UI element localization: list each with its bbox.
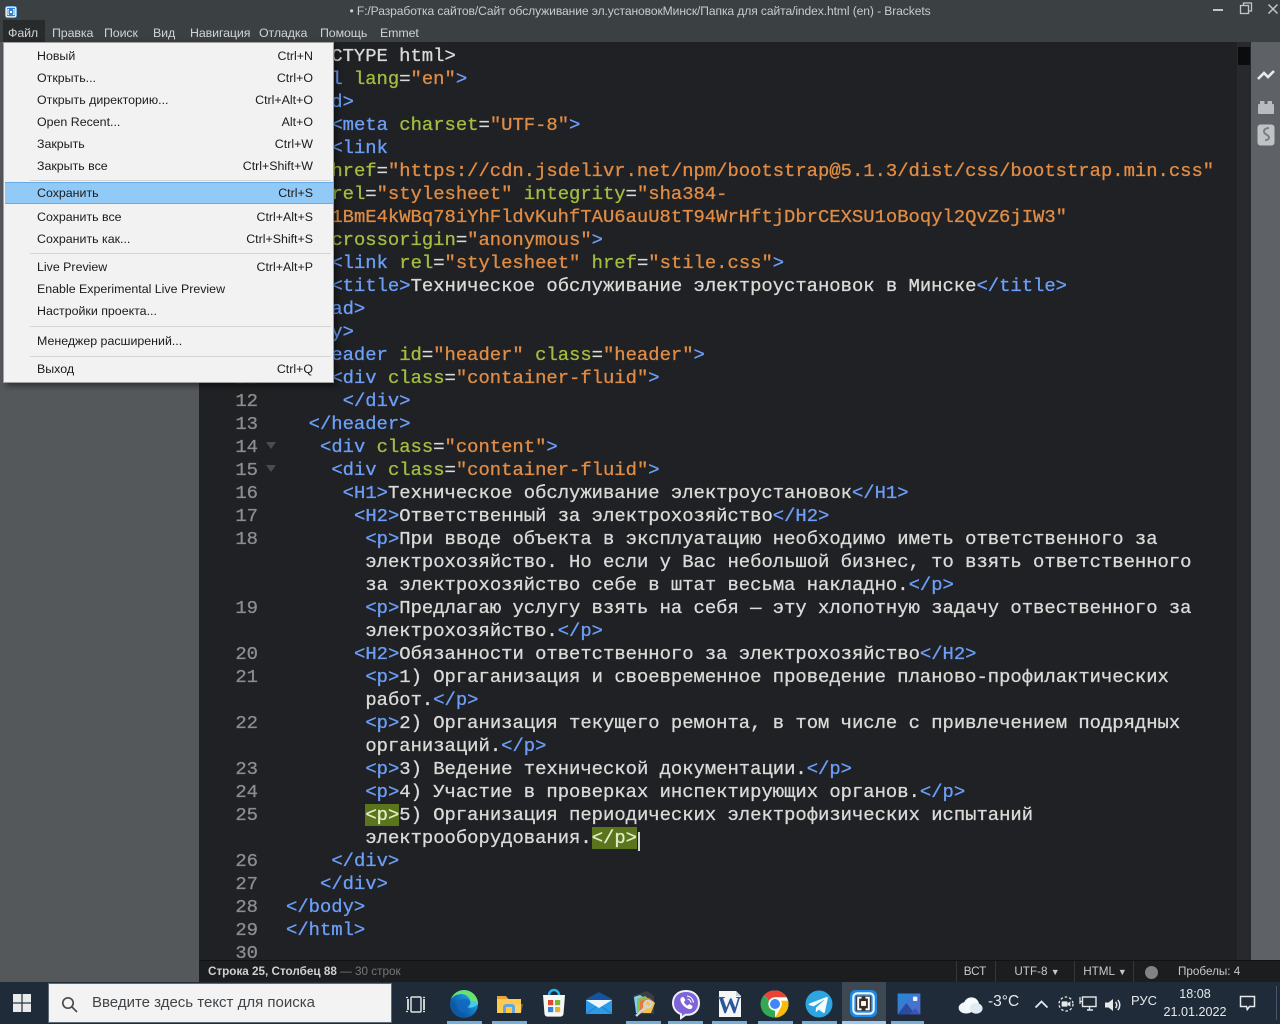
svg-text:W: W (718, 993, 742, 1019)
